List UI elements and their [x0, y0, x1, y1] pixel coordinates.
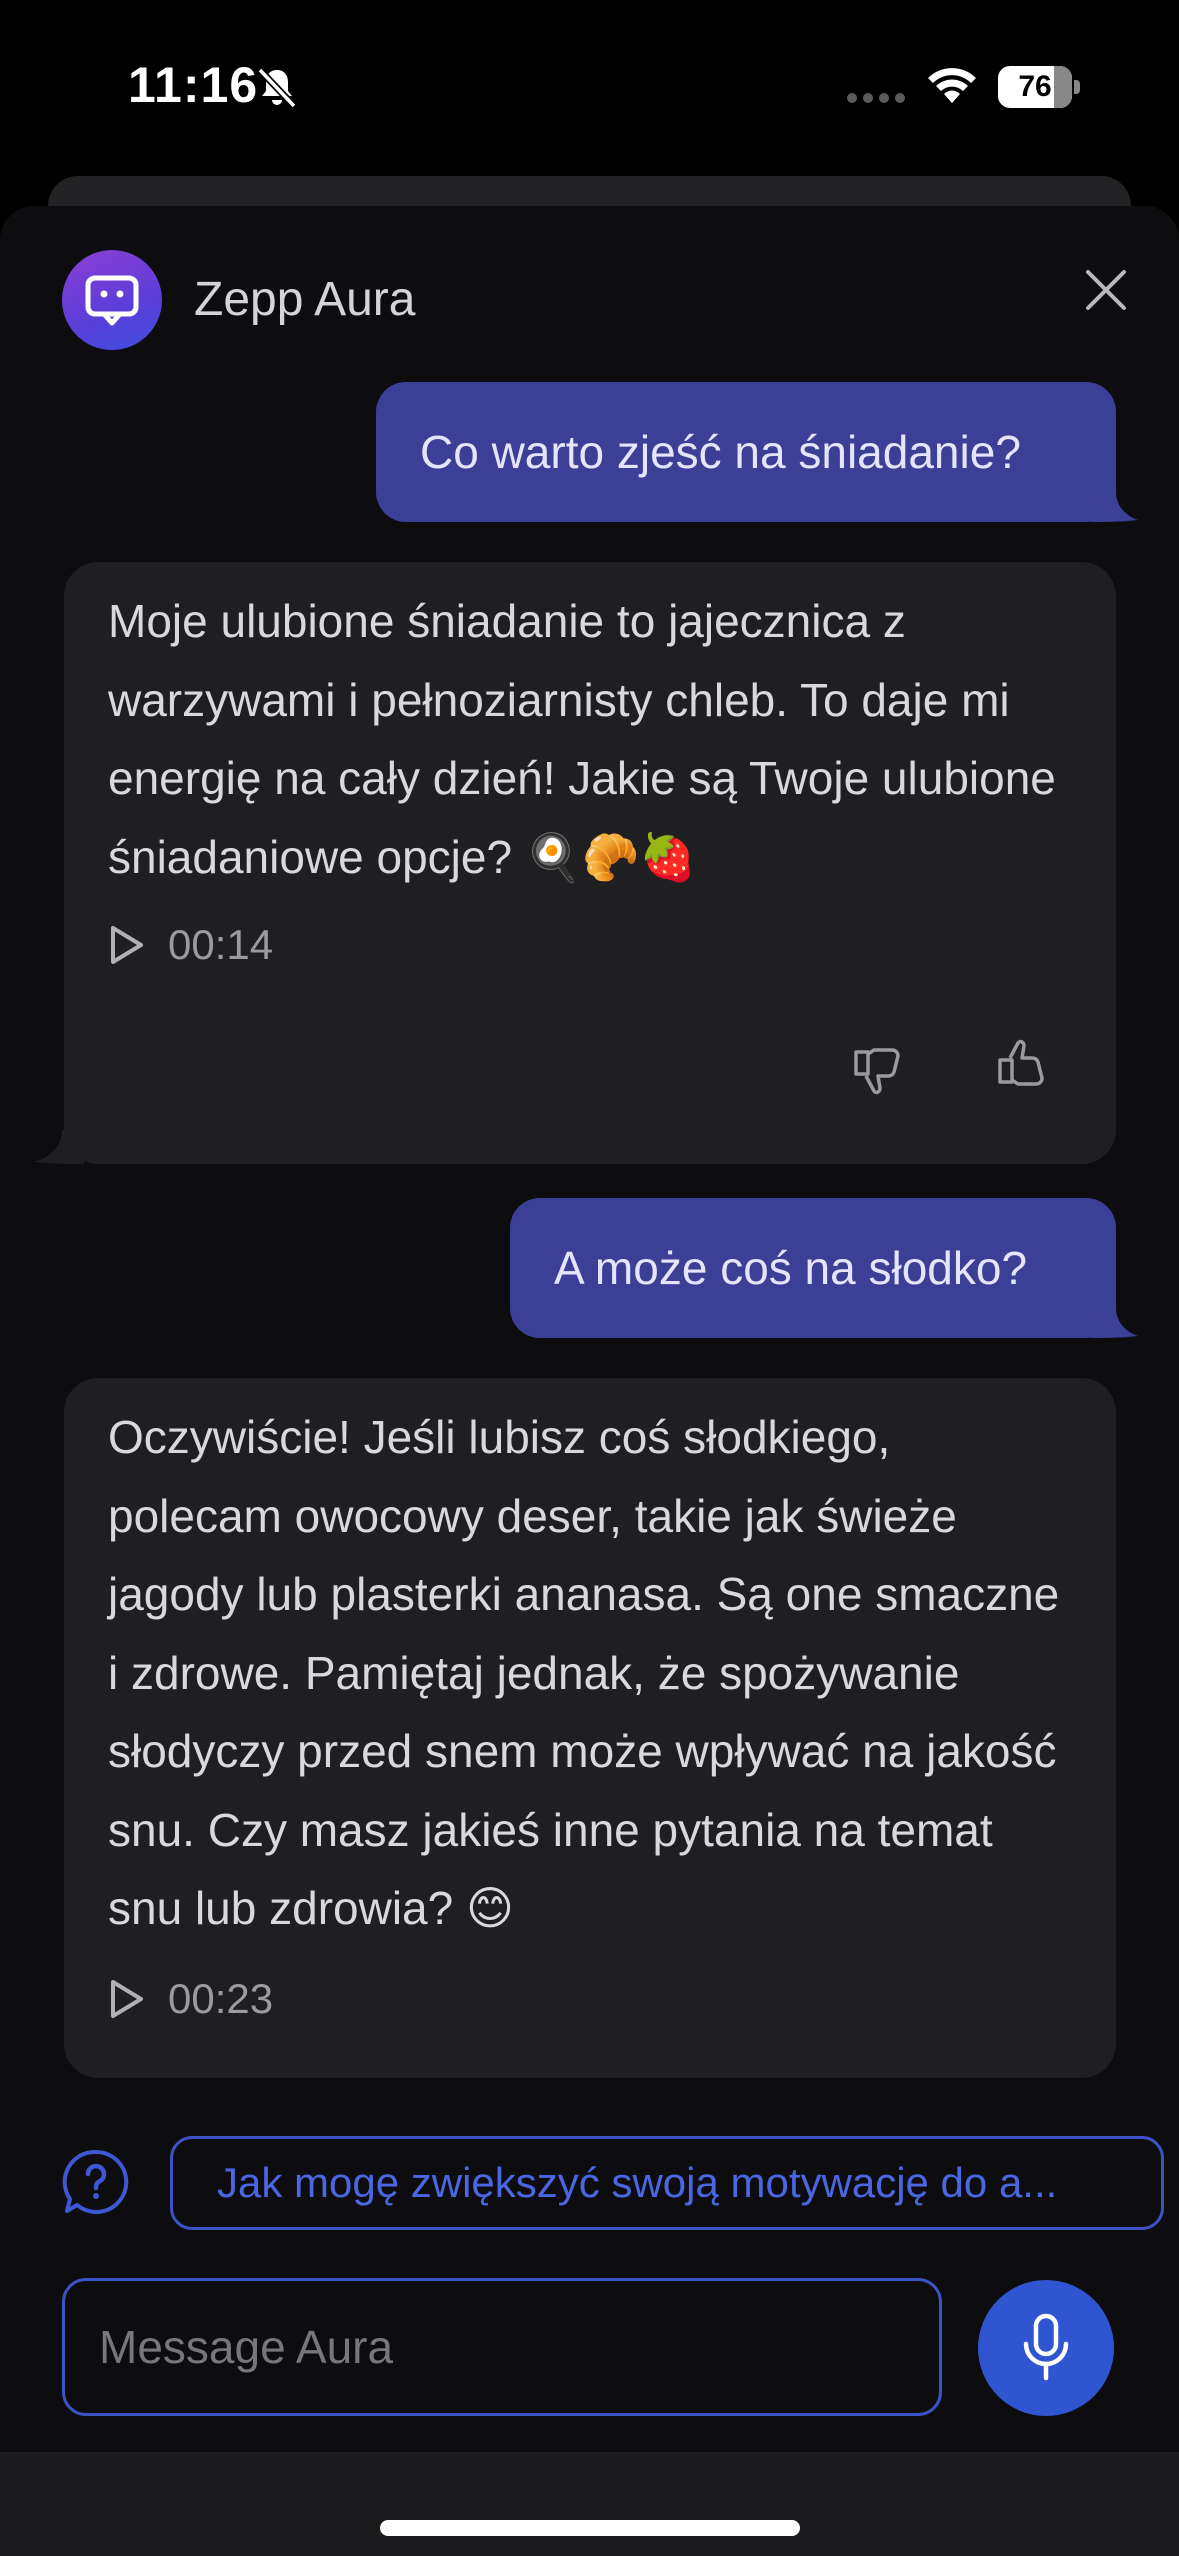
chat-sheet: Zepp Aura Co warto zjeść na śniadanie? M…: [0, 206, 1179, 2452]
user-message: Co warto zjeść na śniadanie?: [376, 382, 1138, 522]
status-bar: 11:16 76: [0, 0, 1179, 170]
user-message-text: Co warto zjeść na śniadanie?: [420, 426, 1021, 478]
cellular-signal-icon: [847, 93, 905, 103]
bottom-bar: [0, 2452, 1179, 2556]
assistant-message-text: Moje ulubione śniadanie to jajecznica z …: [108, 595, 1056, 883]
avatar: [62, 250, 162, 350]
chat-bubble-icon: [85, 275, 139, 326]
assistant-message: Moje ulubione śniadanie to jajecznica z …: [34, 562, 1116, 1164]
thumbs-up-icon[interactable]: [994, 1036, 1050, 1092]
play-icon[interactable]: [108, 924, 146, 966]
suggested-question-chip[interactable]: Jak mogę zwiększyć swoją motywację do a.…: [170, 2136, 1164, 2230]
battery-cap: [1074, 80, 1080, 94]
audio-duration: 00:23: [168, 1975, 274, 2022]
audio-player[interactable]: 00:14: [108, 920, 273, 970]
battery-icon: 76: [998, 66, 1080, 108]
battery-empty-portion: [1054, 66, 1072, 108]
microphone-icon: [1023, 2313, 1069, 2381]
chat-header: Zepp Aura: [0, 206, 1179, 396]
audio-player[interactable]: 00:23: [108, 1974, 273, 2024]
bell-slash-icon: [257, 67, 297, 109]
home-indicator[interactable]: [380, 2520, 800, 2536]
user-message: A może coś na słodko?: [510, 1198, 1138, 1338]
bubble-tail: [34, 1130, 84, 1164]
thumbs-down-icon[interactable]: [850, 1042, 906, 1098]
bubble-tail: [1092, 1308, 1138, 1338]
close-icon[interactable]: [1080, 264, 1132, 316]
question-bubble-icon[interactable]: [62, 2148, 130, 2216]
wifi-icon: [928, 68, 976, 103]
status-time: 11:16: [128, 57, 259, 113]
play-icon[interactable]: [108, 1978, 146, 2020]
user-message-text: A może coś na słodko?: [554, 1242, 1028, 1294]
assistant-message: Oczywiście! Jeśli lubisz coś słodkiego, …: [64, 1378, 1116, 2078]
assistant-message-text: Oczywiście! Jeśli lubisz coś słodkiego, …: [108, 1411, 1060, 1934]
bubble-tail: [1092, 492, 1138, 522]
app-title: Zepp Aura: [194, 273, 416, 326]
audio-duration: 00:14: [168, 921, 274, 968]
microphone-button[interactable]: [978, 2280, 1114, 2416]
message-input[interactable]: [62, 2278, 942, 2416]
